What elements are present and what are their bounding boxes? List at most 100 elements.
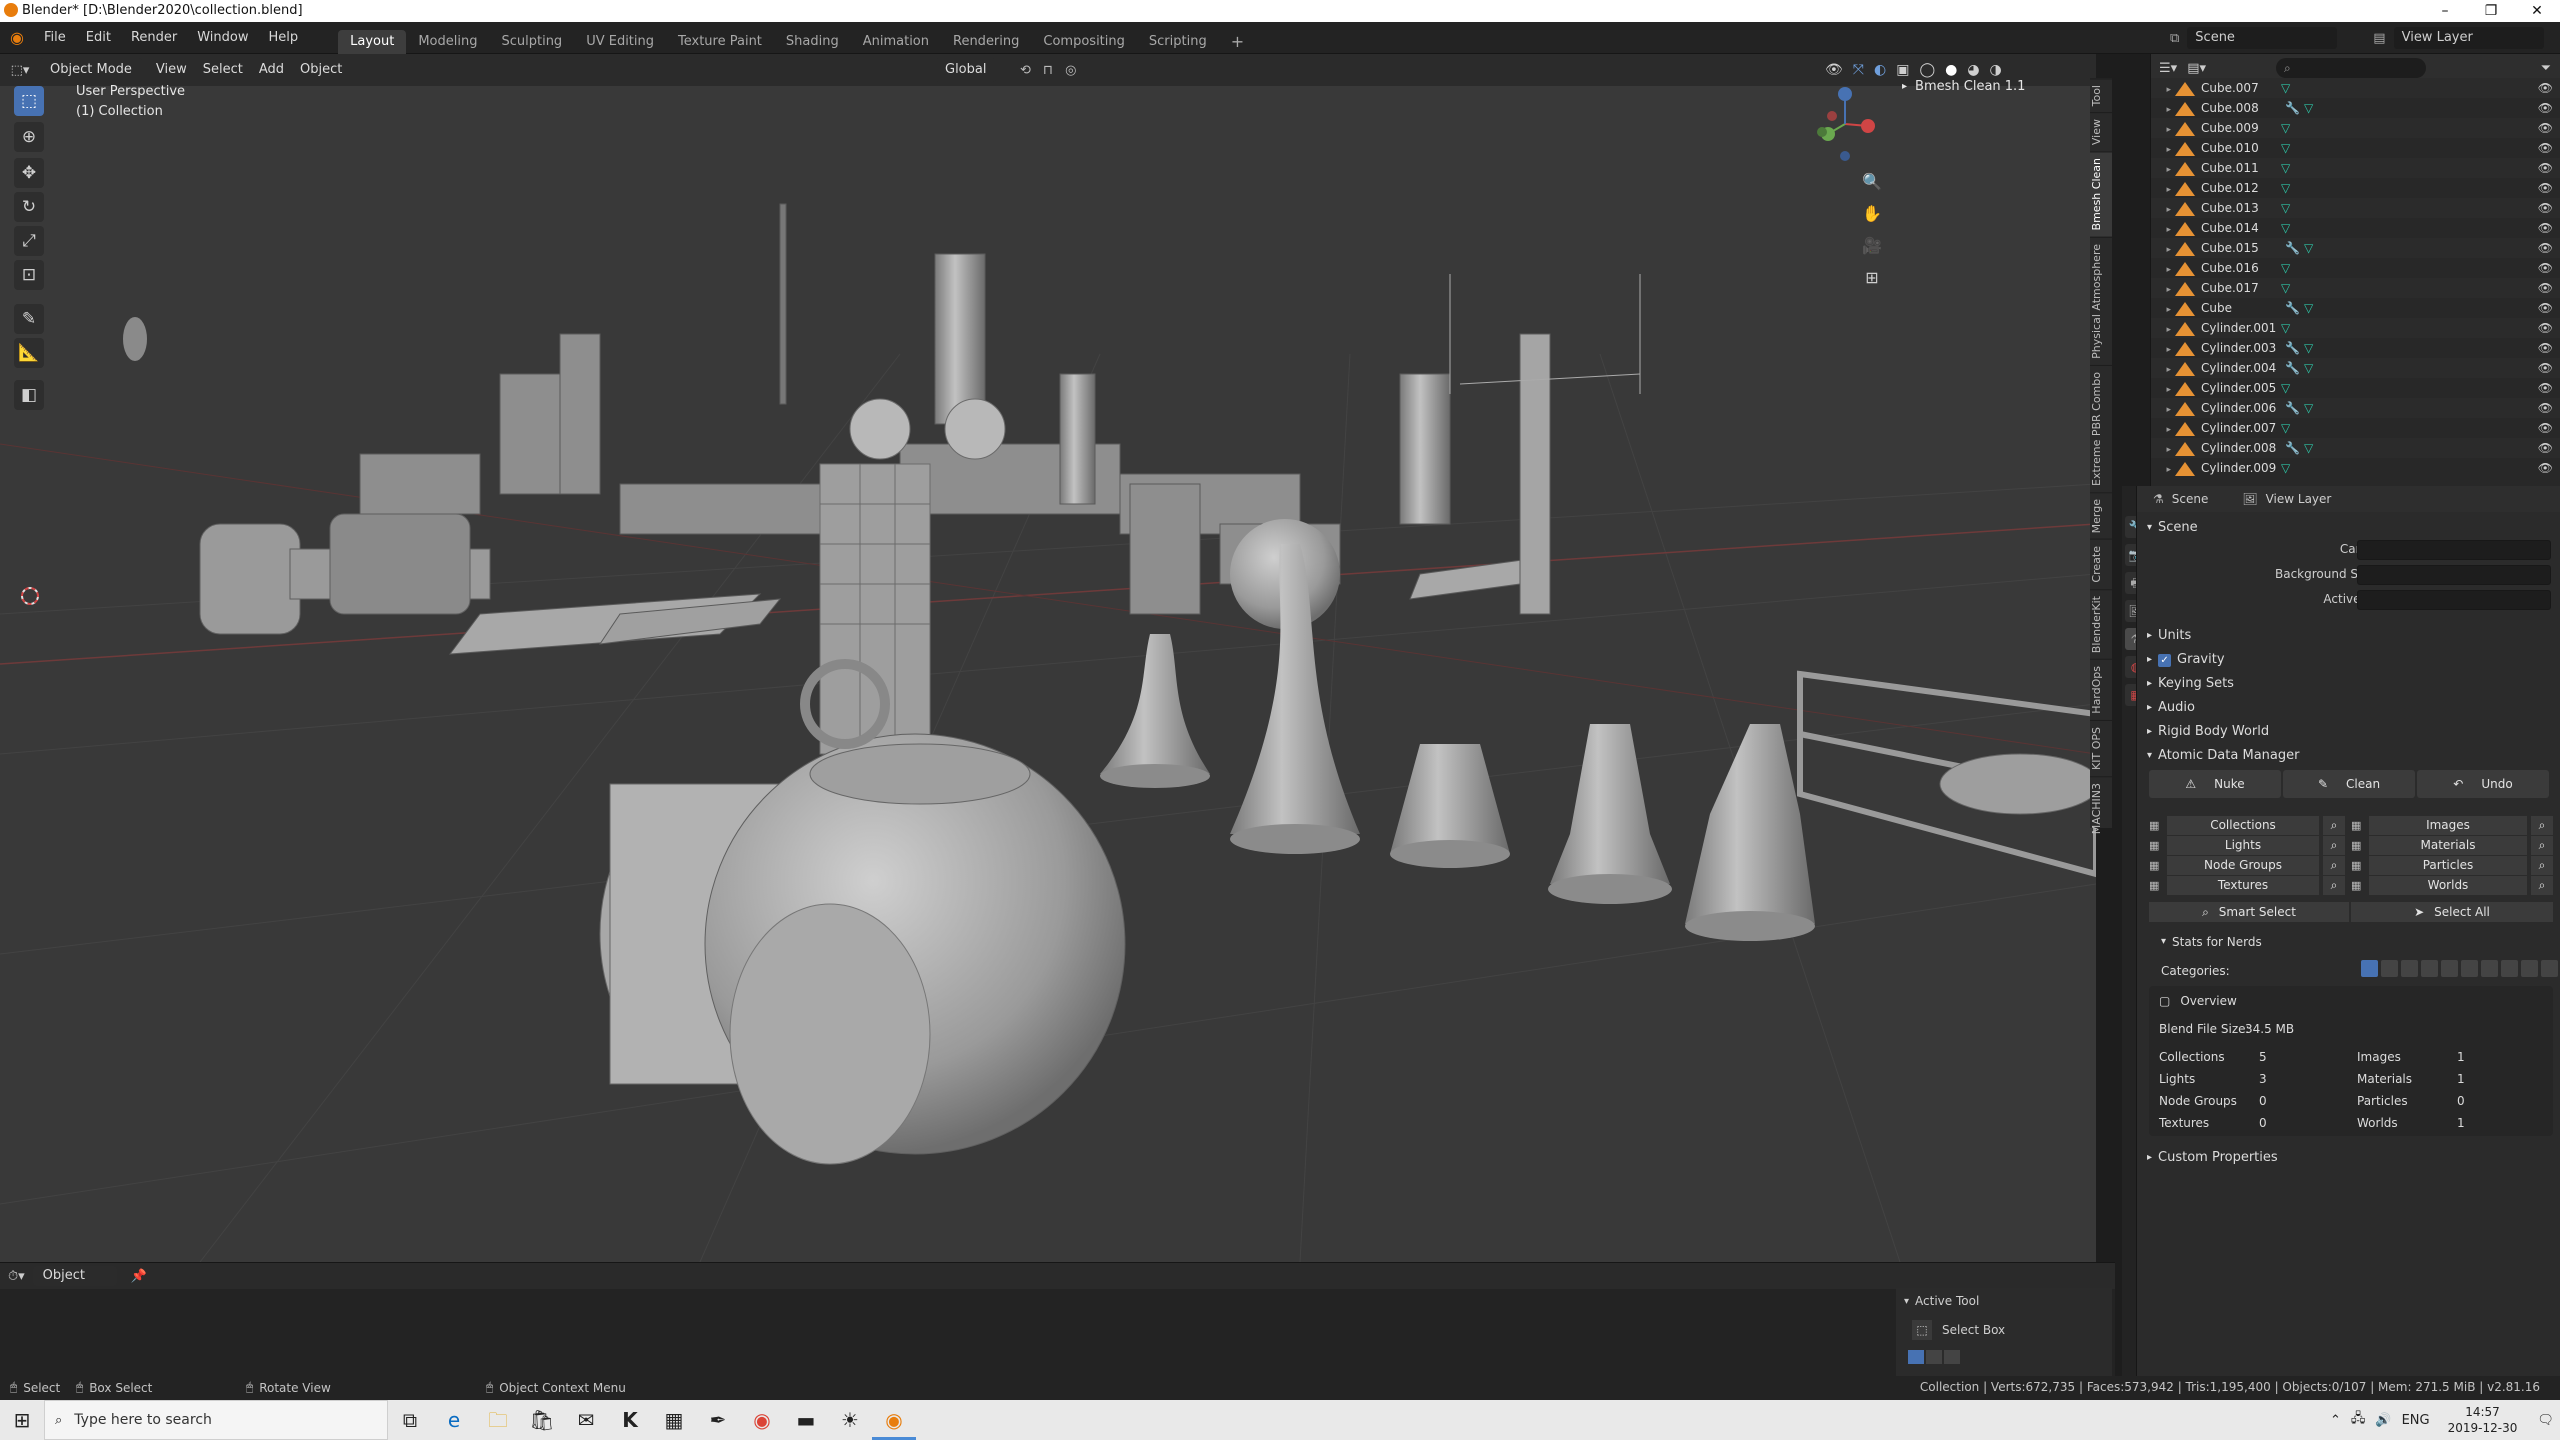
units-section[interactable]: ▸ Units (2147, 624, 2191, 648)
outliner-row[interactable]: ▸ Cylinder.009 ▽ 👁 (2151, 458, 2560, 478)
atomic-category-button[interactable]: Worlds (2369, 876, 2527, 895)
pan-hand-icon[interactable]: ✋ (1860, 198, 1884, 230)
store-icon[interactable]: 🛍 (520, 1400, 564, 1440)
select-mode-new-icon[interactable] (1908, 1350, 1924, 1364)
category-collections-icon[interactable] (2381, 960, 2398, 977)
timeline-editor-icon[interactable]: ⏱▾ (8, 1269, 25, 1284)
overlay-icon[interactable]: ◐ (1874, 62, 1886, 78)
outliner-row[interactable]: ▸ Cube.010 ▽ 👁 (2151, 138, 2560, 158)
side-tab-hardops[interactable]: HardOps (2090, 658, 2112, 720)
add-cube-tool[interactable]: ◧ (14, 380, 44, 410)
side-tab-kitops[interactable]: KIT OPS (2090, 719, 2112, 776)
visibility-eye-icon[interactable]: 👁 (2538, 178, 2553, 198)
expand-arrow-icon[interactable]: ▸ (2151, 200, 2171, 220)
calculator-icon[interactable]: ▦ (652, 1400, 696, 1440)
timeline-mode-dropdown[interactable]: Object (32, 1266, 117, 1286)
inspect-search-icon[interactable]: ⌕ (2323, 856, 2345, 875)
visibility-eye-icon[interactable]: 👁 (2538, 418, 2553, 438)
clean-button[interactable]: ✎ Clean (2283, 770, 2415, 798)
expand-arrow-icon[interactable]: ▸ (2151, 100, 2171, 120)
expand-arrow-icon[interactable]: ▸ (2151, 400, 2171, 420)
visibility-eye-icon[interactable]: 👁 (2538, 398, 2553, 418)
side-tab-tool[interactable]: Tool (2090, 78, 2112, 113)
visibility-eye-icon[interactable]: 👁 (2538, 218, 2553, 238)
camera-view-icon[interactable]: 🎥 (1860, 230, 1884, 262)
tray-arrow-icon[interactable]: ⌃ (2330, 1413, 2341, 1428)
active-clip-field[interactable] (2357, 590, 2551, 610)
outliner-row[interactable]: ▸ Cylinder.008 🔧 ▽ 👁 (2151, 438, 2560, 458)
tab-modeling[interactable]: Modeling (406, 30, 489, 54)
stats-for-nerds-section[interactable]: ▾ Stats for Nerds (2161, 930, 2262, 954)
visibility-eye-icon[interactable]: 👁 (2538, 198, 2553, 218)
custom-properties-section[interactable]: ▸ Custom Properties (2147, 1146, 2278, 1170)
visibility-eye-icon[interactable]: 👁 (2538, 298, 2553, 318)
outliner-row[interactable]: ▸ Cube 🔧 ▽ 👁 (2151, 298, 2560, 318)
visibility-eye-icon[interactable]: 👁 (2538, 98, 2553, 118)
expand-arrow-icon[interactable]: ▸ (2151, 220, 2171, 240)
cursor-tool[interactable]: ⊕ (14, 122, 44, 152)
windows-start-icon[interactable]: ⊞ (0, 1400, 44, 1440)
outliner-row[interactable]: ▸ Cube.013 ▽ 👁 (2151, 198, 2560, 218)
menu-edit[interactable]: Edit (76, 22, 121, 54)
k-app-icon[interactable]: K (608, 1400, 652, 1440)
expand-arrow-icon[interactable]: ▸ (2151, 440, 2171, 460)
expand-arrow-icon[interactable]: ▸ (2151, 380, 2171, 400)
3d-cursor-icon[interactable] (21, 587, 39, 605)
taskbar-search[interactable]: ⌕ Type here to search (44, 1400, 388, 1440)
blender-taskbar-icon[interactable]: ◉ (872, 1400, 916, 1440)
category-particles-icon[interactable] (2501, 960, 2518, 977)
visibility-eye-icon[interactable]: 👁 (2538, 118, 2553, 138)
chrome-icon[interactable]: ◉ (740, 1400, 784, 1440)
solid-shading-icon[interactable]: ● (1945, 62, 1957, 78)
category-lights-icon[interactable] (2421, 960, 2438, 977)
scene-section-header[interactable]: ▾ Scene (2147, 516, 2557, 540)
move-tool[interactable]: ✥ (14, 158, 44, 188)
undo-button[interactable]: ↶ Undo (2417, 770, 2549, 798)
visibility-eye-icon[interactable]: 👁 (2538, 78, 2553, 98)
outliner-row[interactable]: ▸ Cylinder.004 🔧 ▽ 👁 (2151, 358, 2560, 378)
expand-arrow-icon[interactable]: ▸ (2151, 120, 2171, 140)
language-indicator[interactable]: ENG (2402, 1413, 2430, 1428)
nuke-button[interactable]: ⚠ Nuke (2149, 770, 2281, 798)
rendered-shading-icon[interactable]: ◑ (1990, 62, 2002, 78)
category-materials-icon[interactable] (2441, 960, 2458, 977)
side-tab-view[interactable]: View (2090, 112, 2112, 152)
visibility-eye-icon[interactable]: 👁 (2538, 238, 2553, 258)
category-node-groups-icon[interactable] (2481, 960, 2498, 977)
inspect-search-icon[interactable]: ⌕ (2323, 876, 2345, 895)
atomic-category-button[interactable]: Particles (2369, 856, 2527, 875)
inspect-search-icon[interactable]: ⌕ (2323, 816, 2345, 835)
active-tool-select-box[interactable]: ⬚ Select Box (1912, 1320, 2005, 1340)
side-tab-bmesh-clean[interactable]: Bmesh Clean (2090, 151, 2112, 237)
expand-arrow-icon[interactable]: ▸ (2151, 300, 2171, 320)
tab-texture-paint[interactable]: Texture Paint (666, 30, 774, 54)
expand-arrow-icon[interactable]: ▸ (2151, 160, 2171, 180)
rigid-body-section[interactable]: ▸ Rigid Body World (2147, 720, 2269, 744)
pen-app-icon[interactable]: ✒ (696, 1400, 740, 1440)
expand-arrow-icon[interactable]: ▸ (2151, 320, 2171, 340)
side-tab-extreme-pbr[interactable]: Extreme PBR Combo (2090, 364, 2112, 492)
tab-shading[interactable]: Shading (774, 30, 851, 54)
expand-arrow-icon[interactable]: ▸ (2151, 460, 2171, 480)
visibility-eye-icon[interactable]: 👁 (2538, 318, 2553, 338)
expand-arrow-icon[interactable]: ▸ (2151, 360, 2171, 380)
side-tab-create[interactable]: Create (2090, 539, 2112, 589)
side-tab-machin3[interactable]: MACHIN3 (2090, 775, 2112, 840)
filter-icon[interactable]: ⏷ (2541, 61, 2551, 76)
transform-tool[interactable]: ⊡ (14, 260, 44, 290)
visibility-eye-icon[interactable]: 👁 (2538, 278, 2553, 298)
outliner-row[interactable]: ▸ Cylinder.005 ▽ 👁 (2151, 378, 2560, 398)
atomic-category-button[interactable]: Node Groups (2167, 856, 2319, 875)
tab-rendering[interactable]: Rendering (941, 30, 1031, 54)
atomic-category-button[interactable]: Textures (2167, 876, 2319, 895)
rotate-tool[interactable]: ↻ (14, 192, 44, 222)
annotate-tool[interactable]: ✎ (14, 304, 44, 334)
gizmo-icon[interactable]: ⤧ (1853, 62, 1864, 78)
category-images-icon[interactable] (2401, 960, 2418, 977)
scene-selector[interactable]: Scene (2187, 27, 2338, 49)
tab-compositing[interactable]: Compositing (1031, 30, 1137, 54)
inspect-search-icon[interactable]: ⌕ (2531, 816, 2553, 835)
tab-uv-editing[interactable]: UV Editing (574, 30, 666, 54)
outliner-row[interactable]: ▸ Cylinder.003 🔧 ▽ 👁 (2151, 338, 2560, 358)
network-icon[interactable]: 🖧 (2351, 1409, 2366, 1431)
